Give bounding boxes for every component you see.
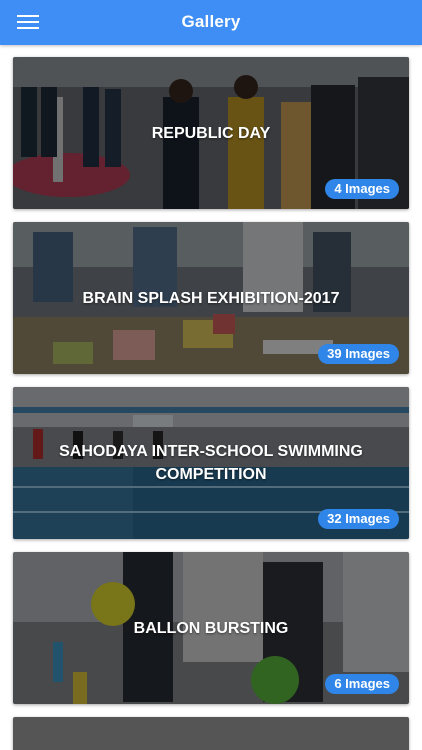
album-card-brain-splash[interactable]: BRAIN SPLASH EXHIBITION-2017 39 Images: [13, 222, 409, 374]
page-title: Gallery: [181, 12, 241, 31]
gallery-list[interactable]: REPUBLIC DAY 4 Images BRAIN SPLASH EXHIB…: [0, 45, 422, 750]
image-count-badge: 39 Images: [318, 344, 399, 364]
album-card-republic-day[interactable]: REPUBLIC DAY 4 Images: [13, 57, 409, 209]
app-bar: Gallery: [0, 0, 422, 45]
album-card-ballon-bursting[interactable]: BALLON BURSTING 6 Images: [13, 552, 409, 704]
album-card-swimming-competition[interactable]: SAHODAYA INTER-SCHOOL SWIMMING COMPETITI…: [13, 387, 409, 539]
image-count-badge: 4 Images: [325, 179, 399, 199]
album-card-partial[interactable]: [13, 717, 409, 750]
image-count-badge: 32 Images: [318, 509, 399, 529]
image-count-badge: 6 Images: [325, 674, 399, 694]
